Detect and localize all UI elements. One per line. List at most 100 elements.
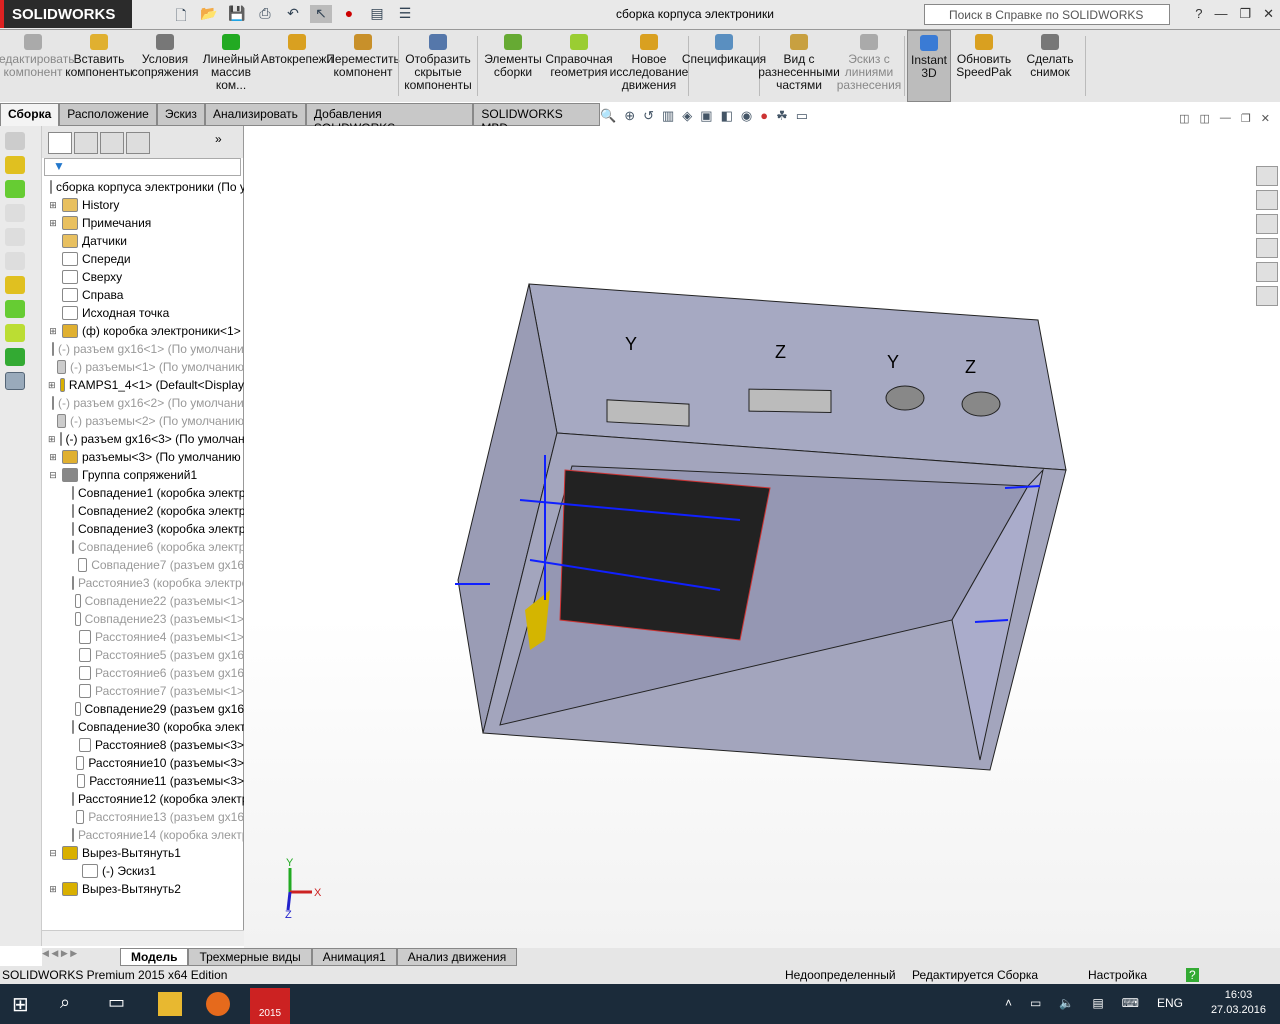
- ribbon-button[interactable]: Линейный массив ком...: [198, 30, 264, 102]
- firefox-icon[interactable]: [206, 992, 230, 1016]
- open-file-icon[interactable]: 📂: [198, 5, 220, 23]
- tree-item[interactable]: Исходная точка: [42, 304, 244, 322]
- tab-4[interactable]: Добавления SOLIDWORKS: [305, 103, 474, 135]
- tree-item[interactable]: ⊞ Примечания: [42, 214, 244, 232]
- file-explorer-icon[interactable]: [158, 992, 182, 1016]
- section-view-icon[interactable]: ▥: [662, 108, 674, 124]
- tree-item[interactable]: Датчики: [42, 232, 244, 250]
- pattern-icon[interactable]: [5, 300, 25, 318]
- extrude-icon[interactable]: [5, 252, 25, 270]
- tree-item[interactable]: Расстояние14 (коробка электроники: [42, 826, 244, 844]
- tree-item[interactable]: Совпадение1 (коробка электроники: [42, 484, 244, 502]
- task-view-icon[interactable]: ▭: [108, 992, 132, 1016]
- minimize-doc-button[interactable]: —: [1220, 112, 1231, 125]
- view-palette-icon[interactable]: [1256, 238, 1278, 258]
- file-properties-icon[interactable]: ▤: [366, 5, 388, 23]
- view-settings-icon[interactable]: ▭: [796, 108, 808, 124]
- expand-toggle-icon[interactable]: ⊞: [48, 448, 58, 466]
- save-icon[interactable]: 💾: [226, 5, 248, 23]
- expand-toggle-icon[interactable]: ⊞: [48, 880, 58, 898]
- expand-toggle-icon[interactable]: ⊞: [48, 214, 58, 232]
- custom-properties-icon[interactable]: [1256, 286, 1278, 306]
- tab-2[interactable]: Эскиз: [156, 103, 205, 126]
- ribbon-button[interactable]: Спецификация: [682, 30, 766, 102]
- plane-icon[interactable]: [5, 204, 25, 222]
- restore-button[interactable]: ❐: [1239, 6, 1251, 22]
- rebuild-icon[interactable]: ●: [338, 5, 360, 23]
- feature-manager-tab-icon[interactable]: [48, 132, 72, 154]
- expand-toggle-icon[interactable]: ⊟: [48, 844, 58, 862]
- ribbon-button[interactable]: Редактировать компонент: [0, 30, 74, 102]
- options-icon[interactable]: ☰: [394, 5, 416, 23]
- tree-item[interactable]: Совпадение3 (коробка электроники: [42, 520, 244, 538]
- tree-item[interactable]: ⊞ (ф) коробка электроники<1>: [42, 322, 244, 340]
- appearances-icon[interactable]: [1256, 262, 1278, 282]
- expand-toggle-icon[interactable]: ⊟: [48, 466, 58, 484]
- tile-icon[interactable]: ◫: [1179, 112, 1189, 125]
- expand-toggle-icon[interactable]: ⊞: [48, 322, 58, 340]
- tree-item[interactable]: ⊞ Вырез-Вытянуть2: [42, 880, 244, 898]
- print-icon[interactable]: ⎙: [254, 5, 276, 23]
- reference-geometry-icon[interactable]: [5, 324, 25, 342]
- tab-scroll-arrows[interactable]: ◀ ◀ ▶ ▶: [42, 948, 120, 966]
- design-library-icon[interactable]: [1256, 190, 1278, 210]
- box-icon[interactable]: [5, 228, 25, 246]
- scene-icon[interactable]: ☘: [776, 108, 788, 124]
- tree-item[interactable]: Спереди: [42, 250, 244, 268]
- tree-item[interactable]: Расстояние10 (разъемы<3>: [42, 754, 244, 772]
- tree-item[interactable]: ⊞ RAMPS1_4<1> (Default<Display: [42, 376, 244, 394]
- tree-item[interactable]: Расстояние11 (разъемы<3>: [42, 772, 244, 790]
- ribbon-button[interactable]: Автокрепежи: [261, 30, 333, 102]
- tab-1[interactable]: Расположение: [59, 103, 157, 126]
- expand-toggle-icon[interactable]: ⊞: [48, 430, 56, 448]
- view-orientation-icon[interactable]: ▣: [700, 108, 712, 124]
- tree-item[interactable]: Расстояние4 (разъемы<1>: [42, 628, 244, 646]
- undo-icon[interactable]: ↶: [282, 5, 304, 23]
- smart-fastener-icon[interactable]: [5, 276, 25, 294]
- tile-icon[interactable]: ◫: [1200, 112, 1210, 125]
- dynamic-annotation-icon[interactable]: ◈: [682, 108, 692, 124]
- tree-item[interactable]: (-) разъем gx16<1> (По умолчанию: [42, 340, 244, 358]
- help-icon[interactable]: ?: [1195, 6, 1202, 22]
- help-search-input[interactable]: Поиск в Справке по SOLIDWORKS: [924, 4, 1170, 25]
- ribbon-button[interactable]: Условия сопряжения: [132, 30, 198, 102]
- ribbon-button[interactable]: Вставить компоненты: [65, 30, 133, 102]
- tree-item[interactable]: ⊞ разъемы<3> (По умолчанию: [42, 448, 244, 466]
- assembly-icon[interactable]: [5, 156, 25, 174]
- tree-item[interactable]: Расстояние6 (разъем gx16: [42, 664, 244, 682]
- keyboard-icon[interactable]: ⌨: [1122, 996, 1139, 1010]
- chevron-up-icon[interactable]: ˄: [1005, 996, 1012, 1010]
- tree-item[interactable]: Совпадение30 (коробка электроники: [42, 718, 244, 736]
- tree-item[interactable]: Совпадение6 (коробка электроники: [42, 538, 244, 556]
- tree-item[interactable]: Совпадение23 (разъемы<1>: [42, 610, 244, 628]
- tree-item[interactable]: (-) разъемы<2> (По умолчанию: [42, 412, 244, 430]
- tree-item[interactable]: Справа: [42, 286, 244, 304]
- component-icon[interactable]: [5, 132, 25, 150]
- tab-0[interactable]: Сборка: [0, 103, 60, 126]
- tree-item[interactable]: Расстояние7 (разъемы<1>: [42, 682, 244, 700]
- measure-icon[interactable]: [5, 372, 25, 390]
- tree-item[interactable]: Совпадение29 (разъем gx16: [42, 700, 244, 718]
- expand-panel-icon[interactable]: »: [215, 132, 239, 154]
- tree-item[interactable]: Расстояние3 (коробка электроники: [42, 574, 244, 592]
- search-icon[interactable]: ⌕: [60, 992, 84, 1016]
- configuration-manager-tab-icon[interactable]: [100, 132, 124, 154]
- start-icon[interactable]: ⊞: [12, 992, 36, 1016]
- display-manager-tab-icon[interactable]: [126, 132, 150, 154]
- ribbon-button[interactable]: Instant 3D: [907, 30, 951, 102]
- clock[interactable]: 16:03 27.03.2016: [1211, 988, 1266, 1018]
- tree-item[interactable]: Совпадение7 (разъем gx16: [42, 556, 244, 574]
- notifications-icon[interactable]: ▤: [1092, 996, 1103, 1010]
- minimize-button[interactable]: —: [1214, 6, 1227, 22]
- tree-item[interactable]: Расстояние12 (коробка электроники: [42, 790, 244, 808]
- graphics-area[interactable]: Y Z Y Z Y X Z ◫ ◫ — ❐ ✕: [244, 112, 1280, 948]
- tree-item[interactable]: ⊞ (-) разъем gx16<3> (По умолчанию: [42, 430, 244, 448]
- tree-item[interactable]: (-) разъем gx16<2> (По умолчанию: [42, 394, 244, 412]
- ribbon-button[interactable]: Отобразить скрытые компоненты: [401, 30, 475, 102]
- zoom-area-icon[interactable]: ⊕: [624, 108, 635, 124]
- ribbon-button[interactable]: Элементы сборки: [480, 30, 546, 102]
- units-settings[interactable]: Настройка: [1088, 968, 1147, 982]
- tree-item[interactable]: Совпадение22 (разъемы<1>: [42, 592, 244, 610]
- ribbon-button[interactable]: Справочная геометрия: [545, 30, 613, 102]
- expand-toggle-icon[interactable]: ⊞: [48, 196, 58, 214]
